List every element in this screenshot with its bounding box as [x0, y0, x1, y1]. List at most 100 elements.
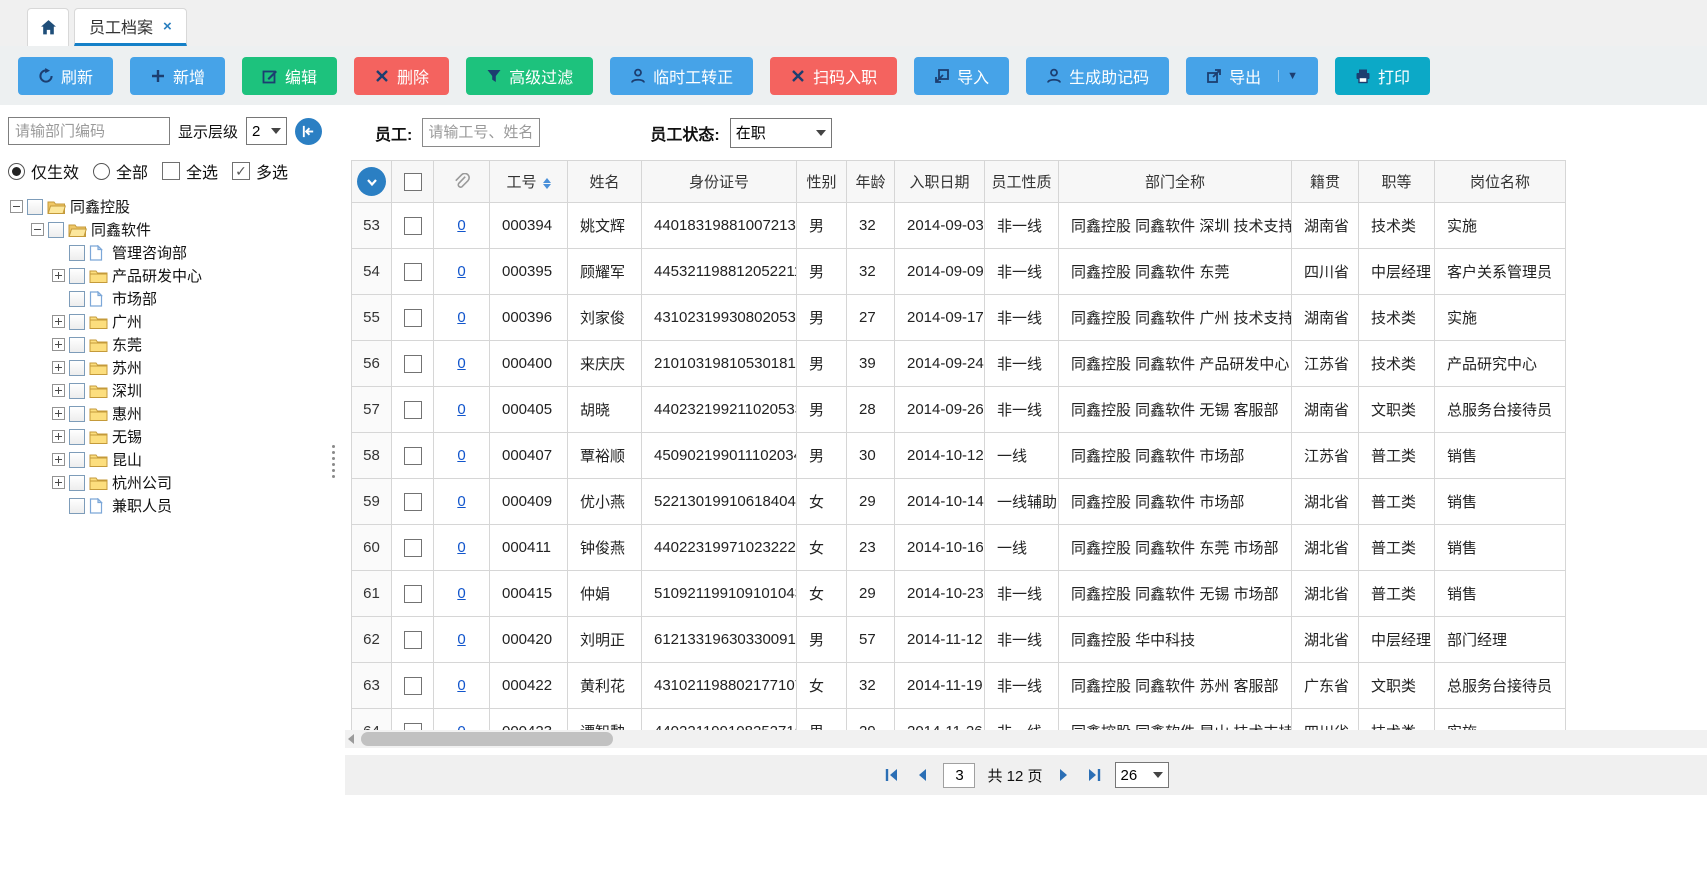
first-page-icon[interactable]	[883, 766, 901, 784]
import-button[interactable]: 导入	[914, 57, 1009, 95]
table-row[interactable]: 610000415仲娟510921199109101043女292014-10-…	[352, 571, 1566, 617]
table-row[interactable]: 580000407覃裕顺450902199011102034男302014-10…	[352, 433, 1566, 479]
row-checkbox[interactable]	[404, 309, 422, 327]
row-checkbox[interactable]	[404, 539, 422, 557]
attachment-count-link[interactable]: 0	[457, 447, 465, 464]
header-age[interactable]: 年龄	[847, 161, 895, 203]
radio-effective-only[interactable]	[8, 163, 25, 180]
tree-node-checkbox[interactable]	[69, 498, 85, 514]
tree-node-checkbox[interactable]	[69, 383, 85, 399]
tree-node-label[interactable]: 兼职人员	[112, 495, 172, 516]
collapse-node-icon[interactable]	[10, 200, 23, 213]
scrollbar-thumb[interactable]	[361, 732, 613, 746]
tree-node-label[interactable]: 杭州公司	[112, 472, 172, 493]
attachment-count-link[interactable]: 0	[457, 585, 465, 602]
temp-to-regular-button[interactable]: 临时工转正	[610, 57, 753, 95]
expand-node-icon[interactable]	[52, 361, 65, 374]
expand-node-icon[interactable]	[52, 407, 65, 420]
collapse-node-icon[interactable]	[31, 223, 44, 236]
expand-node-icon[interactable]	[52, 338, 65, 351]
tab-home[interactable]	[27, 8, 69, 46]
tree-node-checkbox[interactable]	[69, 429, 85, 445]
tree-node-checkbox[interactable]	[69, 406, 85, 422]
attachment-count-link[interactable]: 0	[457, 677, 465, 694]
table-row[interactable]: 620000420刘明正612133196303300912男572014-11…	[352, 617, 1566, 663]
radio-all[interactable]	[93, 163, 110, 180]
table-row[interactable]: 630000422黄利花431021198802177107女322014-11…	[352, 663, 1566, 709]
row-checkbox[interactable]	[404, 401, 422, 419]
delete-button[interactable]: 删除	[354, 57, 449, 95]
scroll-left-arrow-icon[interactable]	[348, 734, 354, 744]
header-job-grade[interactable]: 职等	[1359, 161, 1435, 203]
expand-node-icon[interactable]	[52, 315, 65, 328]
collapse-sidebar-button[interactable]	[295, 118, 322, 145]
tree-node-label[interactable]: 同鑫软件	[91, 219, 151, 240]
row-checkbox[interactable]	[404, 677, 422, 695]
row-checkbox[interactable]	[404, 217, 422, 235]
table-row[interactable]: 600000411钟俊燕440223199710232227女232014-10…	[352, 525, 1566, 571]
row-checkbox[interactable]	[404, 723, 422, 730]
header-emp-type[interactable]: 员工性质	[985, 161, 1059, 203]
tree-node-checkbox[interactable]	[69, 314, 85, 330]
checkbox-multi-select[interactable]: ✓	[232, 162, 250, 180]
select-all-checkbox[interactable]	[404, 173, 422, 191]
employee-search-input[interactable]	[422, 118, 540, 147]
row-checkbox[interactable]	[404, 585, 422, 603]
header-id-number[interactable]: 身份证号	[642, 161, 797, 203]
tree-node-label[interactable]: 市场部	[112, 288, 157, 309]
tree-node-label[interactable]: 惠州	[112, 403, 142, 424]
attachment-count-link[interactable]: 0	[457, 723, 465, 730]
header-emp-no[interactable]: 工号	[490, 161, 568, 203]
header-hire-date[interactable]: 入职日期	[895, 161, 985, 203]
attachment-count-link[interactable]: 0	[457, 493, 465, 510]
edit-button[interactable]: 编辑	[242, 57, 337, 95]
next-page-icon[interactable]	[1055, 766, 1073, 784]
tree-node-label[interactable]: 广州	[112, 311, 142, 332]
tree-node-label[interactable]: 东莞	[112, 334, 142, 355]
header-dept-full-name[interactable]: 部门全称	[1059, 161, 1292, 203]
table-row[interactable]: 560000400来庆庆210103198105301812男392014-09…	[352, 341, 1566, 387]
tree-node-checkbox[interactable]	[69, 245, 85, 261]
attachment-count-link[interactable]: 0	[457, 309, 465, 326]
tab-employee-archive[interactable]: 员工档案 ×	[74, 8, 187, 46]
splitter-handle[interactable]	[330, 105, 345, 872]
row-checkbox[interactable]	[404, 631, 422, 649]
table-row[interactable]: 530000394姚文辉440183198810072132男322014-09…	[352, 203, 1566, 249]
dropdown-arrow-icon[interactable]: ▼	[1278, 70, 1298, 82]
prev-page-icon[interactable]	[913, 766, 931, 784]
level-select[interactable]: 2	[246, 117, 287, 145]
attachment-count-link[interactable]: 0	[457, 217, 465, 234]
tree-node-label[interactable]: 昆山	[112, 449, 142, 470]
tree-node-label[interactable]: 同鑫控股	[70, 196, 130, 217]
page-size-select[interactable]: 26	[1115, 762, 1169, 788]
checkbox-select-all[interactable]	[162, 162, 180, 180]
tree-node-label[interactable]: 无锡	[112, 426, 142, 447]
tree-node-checkbox[interactable]	[69, 291, 85, 307]
header-position-name[interactable]: 岗位名称	[1435, 161, 1566, 203]
table-row[interactable]: 570000405胡晓440232199211020533男282014-09-…	[352, 387, 1566, 433]
page-number-input[interactable]	[943, 763, 975, 788]
tree-node-checkbox[interactable]	[69, 337, 85, 353]
expand-node-icon[interactable]	[52, 476, 65, 489]
row-checkbox[interactable]	[404, 355, 422, 373]
expand-node-icon[interactable]	[52, 269, 65, 282]
scan-onboard-button[interactable]: 扫码入职	[770, 57, 897, 95]
tree-node-checkbox[interactable]	[69, 452, 85, 468]
header-gender[interactable]: 性别	[797, 161, 847, 203]
tree-node-checkbox[interactable]	[69, 475, 85, 491]
tree-node-label[interactable]: 产品研发中心	[112, 265, 202, 286]
grid-menu-button[interactable]	[357, 167, 386, 196]
sort-icon[interactable]	[543, 178, 551, 189]
row-checkbox[interactable]	[404, 447, 422, 465]
tree-node-checkbox[interactable]	[48, 222, 64, 238]
add-button[interactable]: 新增	[130, 57, 225, 95]
tree-node-checkbox[interactable]	[69, 360, 85, 376]
tree-node-checkbox[interactable]	[69, 268, 85, 284]
horizontal-scrollbar[interactable]	[345, 730, 1707, 748]
close-icon[interactable]: ×	[163, 18, 172, 35]
attachment-count-link[interactable]: 0	[457, 263, 465, 280]
dept-code-input[interactable]	[8, 117, 170, 145]
advanced-filter-button[interactable]: 高级过滤	[466, 57, 593, 95]
last-page-icon[interactable]	[1085, 766, 1103, 784]
refresh-button[interactable]: 刷新	[18, 57, 113, 95]
